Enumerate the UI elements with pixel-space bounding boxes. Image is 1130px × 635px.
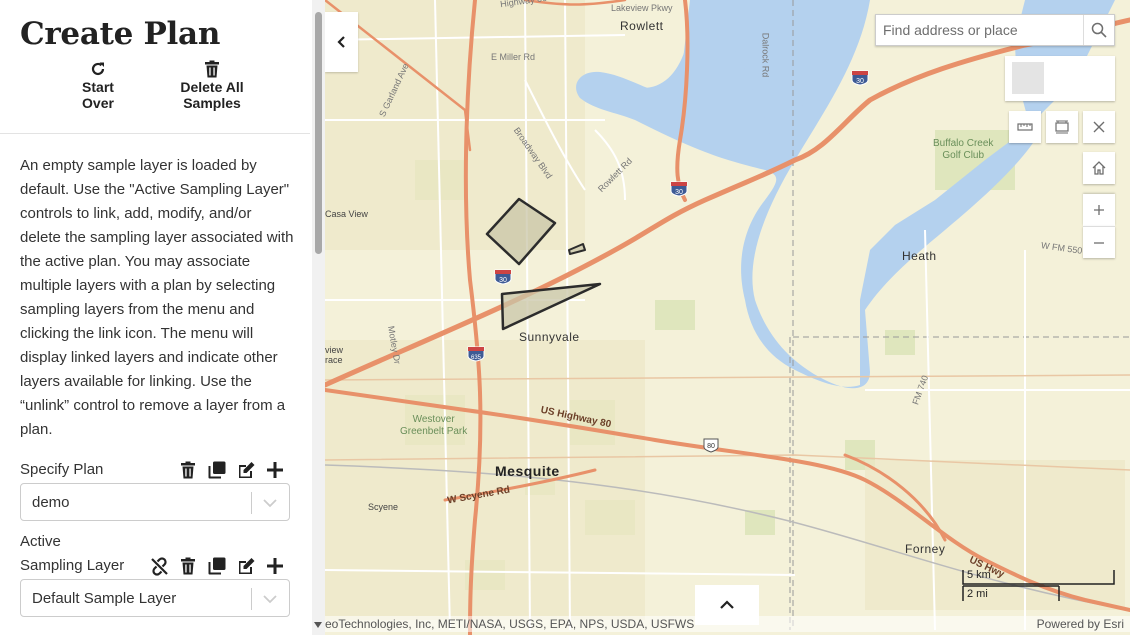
map-label-dalrock-rd: Dalrock Rd [760,32,771,78]
start-over-label-1: Start [82,79,114,95]
powered-by-link[interactable]: Powered by Esri [1037,617,1124,631]
map-label-sunnyvale: Sunnyvale [519,330,580,344]
chevron-left-icon [336,36,345,48]
svg-text:635: 635 [471,355,482,361]
sampling-layer-select[interactable]: Default Sample Layer [20,579,290,617]
map-label-casa-view: Casa View [325,209,368,219]
interstate-635-shield: 635 [467,346,485,362]
svg-text:30: 30 [675,189,683,196]
search-widget [875,14,1115,46]
map-label-mesquite: Mesquite [495,463,560,479]
map-label-buffalo-creek: Buffalo Creek Golf Club [933,138,994,161]
basemap-toggle[interactable] [1005,56,1115,101]
edit-layer-button[interactable] [236,556,256,576]
plan-select-value: demo [32,494,70,511]
attribution-text: eoTechnologies, Inc, METI/NASA, USGS, EP… [325,617,695,631]
map-label-rowlett: Rowlett [620,19,664,33]
add-layer-button[interactable] [265,556,285,576]
panel-header: Create Plan Start Over Delete All Sample… [0,0,310,134]
clone-layer-button[interactable] [207,556,227,576]
scale-bar: 5 km 2 mi [961,568,1116,604]
delete-all-samples-button[interactable]: Delete All Samples [166,60,258,111]
measure-area-icon [1055,120,1069,134]
close-icon [1093,121,1105,133]
add-plan-button[interactable] [265,460,285,480]
search-button[interactable] [1083,15,1114,45]
specify-plan-label: Specify Plan [20,461,104,478]
copy-icon [208,557,226,575]
minus-icon [1094,241,1104,244]
instructions-text: An empty sample layer is loaded by defau… [20,157,294,438]
refresh-icon [68,60,128,78]
start-over-label-2: Over [82,95,114,111]
select-separator [251,492,252,514]
trash-icon [181,557,195,575]
chevron-up-icon [720,600,734,609]
interstate-30-shield: 30 [670,181,688,197]
start-over-button[interactable]: Start Over [68,60,128,111]
measure-area-button[interactable] [1046,111,1078,143]
map-label-scyene: Scyene [368,502,399,512]
plan-select[interactable]: demo [20,483,290,521]
map-label-lakeview-pkwy: Lakeview Pkwy [611,3,673,13]
svg-text:30: 30 [499,277,507,284]
delete-plan-button[interactable] [178,460,198,480]
ruler-icon [1017,123,1033,131]
clear-measurement-button[interactable] [1083,111,1115,143]
basemap-thumbnail[interactable] [1012,62,1044,94]
create-plan-panel: Create Plan Start Over Delete All Sample… [0,0,325,635]
collapse-panel-button[interactable] [325,12,358,72]
chevron-down-icon [263,595,277,604]
sampling-layer-select-value: Default Sample Layer [32,590,177,607]
add-icon [267,462,283,478]
add-icon [267,558,283,574]
scale-mi-label: 2 mi [967,588,988,600]
zoom-out-button[interactable] [1083,226,1115,258]
panel-scrollbar[interactable] [312,0,325,635]
search-icon [1091,22,1107,38]
measure-distance-button[interactable] [1009,111,1041,143]
trash-icon [181,461,195,479]
attribution-bar: eoTechnologies, Inc, METI/NASA, USGS, EP… [325,616,1130,632]
plus-icon [1094,205,1104,215]
home-button[interactable] [1083,152,1115,184]
zoom-in-button[interactable] [1083,194,1115,226]
search-input[interactable] [876,15,1084,45]
select-separator [251,588,252,610]
svg-text:30: 30 [856,78,864,85]
copy-icon [208,461,226,479]
edit-plan-button[interactable] [236,460,256,480]
map-label-view-race: view race [325,345,344,365]
map-label-westover-park: Westover Greenbelt Park [400,414,468,437]
home-icon [1092,161,1106,175]
edit-icon [238,462,254,478]
map-label-e-miller-rd: E Miller Rd [491,52,536,62]
scroll-down-arrow-icon[interactable] [314,622,322,628]
delete-all-label-2: Samples [183,95,241,111]
scale-km-label: 5 km [967,569,991,581]
unlink-icon [150,556,168,576]
page-title: Create Plan [20,16,221,52]
delete-all-label-1: Delete All [180,79,244,95]
unlink-layer-button[interactable] [149,556,169,576]
active-label: Active [20,533,61,550]
map-view[interactable]: Rowlett Lakeview Pkwy Highway 66 E Mille… [325,0,1130,635]
app-root: Create Plan Start Over Delete All Sample… [0,0,1130,635]
plan-toolbar [178,460,285,480]
scrollbar-thumb[interactable] [315,12,322,254]
svg-text:80: 80 [707,443,715,450]
clone-plan-button[interactable] [207,460,227,480]
sampling-layer-label: Sampling Layer [20,557,125,574]
map-label-heath: Heath [902,249,937,263]
edit-icon [238,558,254,574]
interstate-30-shield: 30 [494,269,512,285]
layer-toolbar [149,556,285,576]
trash-icon [166,60,258,78]
chevron-down-icon [263,499,277,508]
interstate-30-shield: 30 [851,70,869,86]
delete-layer-button[interactable] [178,556,198,576]
map-label-forney: Forney [905,542,946,556]
us-80-shield: 80 [702,437,720,453]
